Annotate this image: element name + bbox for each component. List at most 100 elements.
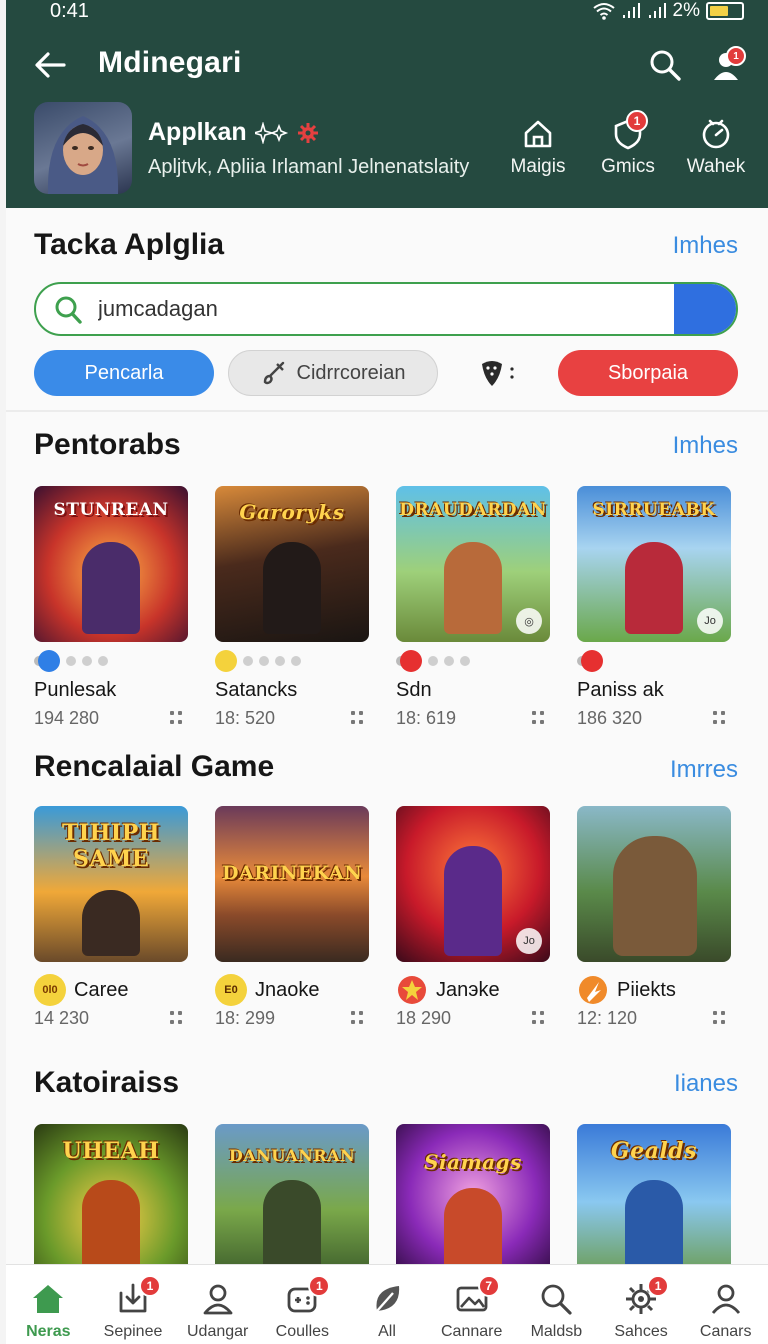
- profile-name: Applkan: [148, 118, 247, 146]
- game-card[interactable]: Piiekts 12: 120: [577, 806, 731, 1029]
- bottom-nav-home[interactable]: Neras: [6, 1265, 91, 1344]
- cover-title: DRAUDARDAN: [399, 500, 547, 520]
- cover-title: DARINEKAN: [221, 862, 363, 884]
- bottom-nav-label: All: [378, 1323, 396, 1340]
- bottom-nav-label: Maldsb: [530, 1323, 583, 1340]
- game-cover: DARINEKAN: [215, 806, 369, 962]
- section-title: Pentorabs: [34, 428, 181, 461]
- header-nav-label: Maigis: [510, 156, 566, 177]
- bottom-nav-search[interactable]: Maldsb: [514, 1265, 599, 1344]
- header-nav-home[interactable]: Maigis: [498, 118, 578, 178]
- filter-chip-secondary[interactable]: Cidrrcoreian: [228, 350, 438, 396]
- star-badge-icon: [398, 976, 426, 1004]
- game-card[interactable]: SIRRUEABK Jo Paniss ak 186 320: [577, 486, 731, 729]
- game-name: Punlesak: [34, 678, 117, 701]
- game-card[interactable]: DANUANRAN: [215, 1124, 369, 1280]
- game-card[interactable]: Garoryks Satancks 18: 520: [215, 486, 369, 729]
- app-header: 0:41 2% Mdinegari 1 Applkan Apljtvk, Apl…: [6, 0, 768, 208]
- header-nav-watch[interactable]: Wahek: [676, 118, 756, 178]
- filter-chip-primary[interactable]: Pencarla: [34, 350, 214, 396]
- game-card[interactable]: Gealds: [577, 1124, 731, 1280]
- filter-chip-danger[interactable]: Sborpaia: [558, 350, 738, 396]
- avatar[interactable]: [34, 102, 132, 194]
- bottom-nav-all[interactable]: All: [345, 1265, 430, 1344]
- pick-button[interactable]: [478, 358, 518, 388]
- notification-badge: 1: [308, 1275, 331, 1297]
- battery-percent: 2%: [672, 0, 700, 21]
- section-title: Rencalaial Game: [34, 750, 275, 783]
- status-icons: 2%: [592, 0, 744, 22]
- game-cover: SIRRUEABK Jo: [577, 486, 731, 642]
- game-cover: UHEAH: [34, 1124, 188, 1280]
- bottom-nav-games[interactable]: 1 Coulles: [260, 1265, 345, 1344]
- carousel-dots: [577, 650, 731, 672]
- bottom-nav-label: Neras: [26, 1323, 71, 1340]
- game-cover: DRAUDARDAN ◎: [396, 486, 550, 642]
- game-card[interactable]: Siamags: [396, 1124, 550, 1280]
- bottom-nav-account[interactable]: Canars: [683, 1265, 768, 1344]
- game-count: 12: 120: [577, 1008, 638, 1028]
- main-content: Tacka Aplglia Imhes Pencarla Cidrrcoreia…: [6, 208, 768, 1280]
- game-meta: 18: 520: [215, 708, 369, 729]
- game-count: 18: 299: [215, 1008, 276, 1028]
- filter-chip-label: Cidrrcoreian: [296, 361, 406, 384]
- cover-character: [625, 1180, 683, 1272]
- header-nav-games[interactable]: 1 Gmics: [588, 110, 668, 178]
- game-card[interactable]: TIHIPH SAME 0l0 Caree 14 230: [34, 806, 188, 1029]
- more-icon[interactable]: [351, 711, 365, 725]
- game-card[interactable]: STUNREAN Punlesak 194 280: [34, 486, 188, 729]
- see-more-link[interactable]: Iianes: [674, 1070, 738, 1098]
- see-more-link[interactable]: Imrres: [670, 756, 738, 784]
- cover-title: TIHIPH SAME: [61, 820, 161, 872]
- signal-icon: [622, 3, 640, 18]
- see-more-link[interactable]: Imhes: [673, 232, 738, 260]
- badge-icon: Jo: [697, 608, 723, 634]
- see-more-link[interactable]: Imhes: [673, 432, 738, 460]
- header-nav-label: Wahek: [686, 156, 746, 177]
- cover-character: [613, 836, 697, 956]
- game-card[interactable]: DRAUDARDAN ◎ Sdn 18: 619: [396, 486, 550, 729]
- game-cover: Siamags: [396, 1124, 550, 1280]
- game-badge: 0l0: [34, 974, 66, 1006]
- back-arrow-icon[interactable]: [32, 50, 68, 80]
- game-cover: Jo: [396, 806, 550, 962]
- cover-character: [263, 1180, 321, 1272]
- search-icon: [541, 1284, 572, 1315]
- cover-character: [82, 890, 140, 956]
- signal-icon: [648, 3, 666, 18]
- more-icon[interactable]: [351, 1011, 365, 1025]
- bottom-nav-downloads[interactable]: 1 Sepinee: [91, 1265, 176, 1344]
- game-meta: 18 290: [396, 1008, 550, 1029]
- bottom-nav-label: Canars: [699, 1323, 752, 1340]
- bottom-nav-settings[interactable]: 1 Sahces: [599, 1265, 684, 1344]
- game-name: Paniss ak: [577, 678, 664, 701]
- bottom-nav-profile[interactable]: Udangar: [175, 1265, 260, 1344]
- bottom-nav-gallery[interactable]: 7 Cannare: [429, 1265, 514, 1344]
- cover-character: [444, 846, 502, 956]
- game-name-row: 0l0 Caree: [34, 974, 188, 1006]
- search-input[interactable]: [98, 292, 658, 326]
- more-icon[interactable]: [713, 1011, 727, 1025]
- game-cover: Gealds: [577, 1124, 731, 1280]
- search-icon[interactable]: [648, 48, 682, 82]
- bottom-navigation: Neras 1 Sepinee Udangar 1 Coulles All 7 …: [6, 1264, 768, 1344]
- more-icon[interactable]: [713, 711, 727, 725]
- game-card[interactable]: DARINEKAN E0 Jnaoke 18: 299: [215, 806, 369, 1029]
- bottom-nav-label: Sepinee: [103, 1323, 163, 1340]
- more-icon[interactable]: [532, 1011, 546, 1025]
- search-submit-button[interactable]: [674, 284, 736, 334]
- game-badge: E0: [215, 974, 247, 1006]
- game-name-row: Janэke: [396, 976, 550, 1004]
- wifi-icon: [592, 3, 615, 20]
- game-card[interactable]: Jo Janэke 18 290: [396, 806, 550, 1029]
- game-count: 18: 520: [215, 708, 276, 728]
- game-card[interactable]: UHEAH: [34, 1124, 188, 1280]
- more-icon[interactable]: [532, 711, 546, 725]
- user-button[interactable]: 1: [710, 46, 746, 84]
- more-icon[interactable]: [170, 711, 184, 725]
- game-cover: TIHIPH SAME: [34, 806, 188, 962]
- search-icon: [55, 296, 82, 324]
- home-icon: [33, 1285, 64, 1313]
- game-meta: 194 280: [34, 708, 188, 729]
- more-icon[interactable]: [170, 1011, 184, 1025]
